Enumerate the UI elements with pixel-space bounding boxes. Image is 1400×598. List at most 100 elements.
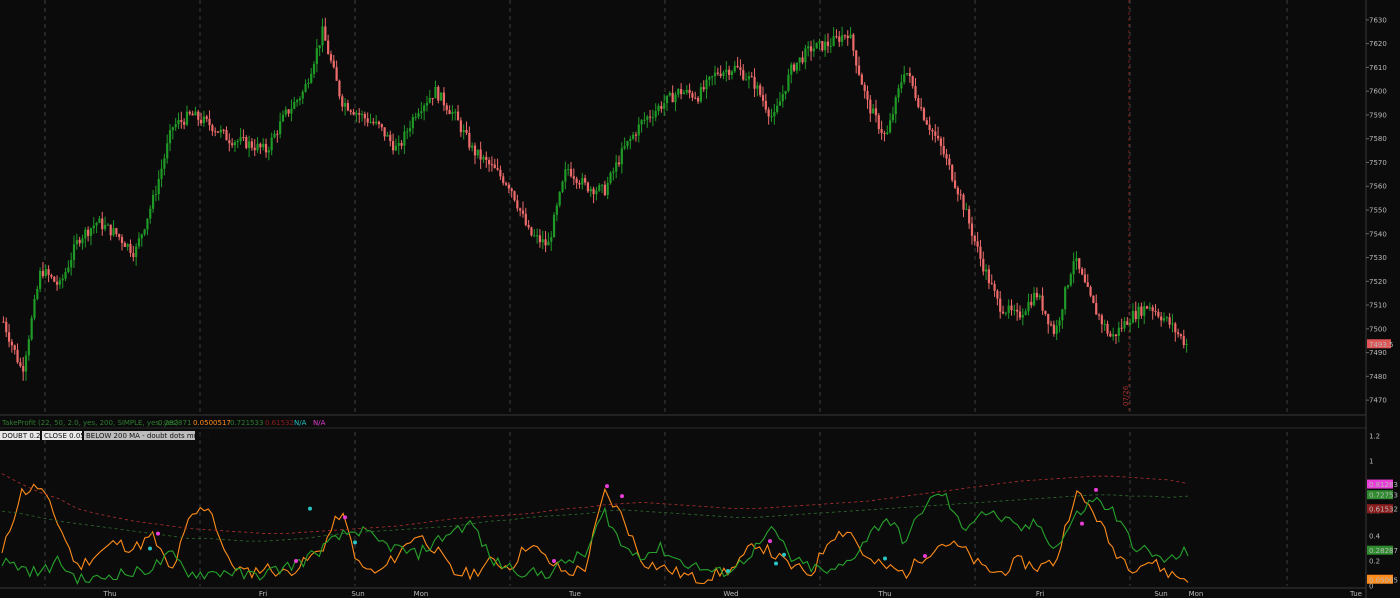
candle-body	[101, 218, 104, 230]
candle-body	[973, 235, 976, 242]
candle-body	[78, 239, 81, 244]
candle-body	[598, 185, 601, 191]
osc-tick-label: 1.2	[1369, 433, 1380, 441]
candle-body	[547, 241, 550, 246]
candle-body	[140, 234, 143, 239]
candle-body	[95, 222, 98, 226]
candle-body	[931, 129, 934, 132]
candle-body	[171, 127, 174, 131]
candle-body	[332, 60, 335, 68]
candle-body	[420, 111, 423, 114]
candle-body	[903, 74, 906, 83]
candle-body	[397, 143, 400, 146]
price-tick-label: 7610	[1369, 64, 1387, 72]
candle-body	[160, 168, 163, 179]
candle-body	[770, 116, 773, 118]
candle-body	[832, 36, 835, 46]
candle-body	[824, 41, 827, 51]
candle-body	[1075, 258, 1078, 262]
osc-tick-label: 1	[1369, 458, 1373, 466]
candle-body	[33, 299, 36, 319]
candle-body	[256, 143, 259, 151]
candle-body	[112, 228, 115, 236]
trading-chart[interactable]: 07/26 7630 7620 7610 7600 7590 7580 7570 7560 75…	[0, 0, 1400, 598]
candle-body	[310, 73, 313, 83]
candle-body	[50, 274, 53, 277]
candle-body	[1018, 311, 1022, 318]
candle-body	[959, 194, 962, 196]
candle-body	[821, 41, 824, 51]
candle-body	[736, 65, 739, 68]
candle-body	[550, 237, 553, 242]
candle-body	[586, 182, 590, 192]
candle-body	[27, 339, 30, 356]
candle-body	[764, 100, 767, 110]
candle-body	[454, 111, 457, 113]
candle-body	[448, 110, 451, 114]
candle-body	[403, 131, 406, 146]
candle-body	[894, 97, 897, 115]
candle-body	[922, 108, 926, 121]
candle-body	[674, 94, 677, 103]
study-value: N/A	[294, 419, 307, 427]
candle-body	[126, 243, 129, 247]
candle-body	[132, 252, 135, 258]
candle-body	[482, 156, 485, 160]
candle-body	[544, 239, 547, 246]
candle-body	[519, 208, 522, 211]
study-value: 0.0500517	[193, 419, 231, 427]
candle-body	[733, 65, 736, 72]
candle-body	[13, 345, 16, 350]
candle-body	[451, 111, 454, 114]
candle-body	[744, 79, 748, 81]
candle-body	[247, 141, 251, 149]
candle-body	[843, 35, 847, 37]
candle-body	[490, 164, 494, 166]
candle-body	[677, 89, 680, 95]
candle-body	[671, 92, 674, 103]
osc-value-label: 0.05005	[1369, 576, 1398, 584]
candle-body	[1182, 336, 1185, 345]
candle-body	[696, 98, 700, 102]
price-tick-label: 7550	[1369, 207, 1387, 215]
candle-body	[417, 113, 420, 117]
candle-body	[569, 168, 573, 177]
candle-body	[1013, 309, 1016, 311]
candle-body	[154, 194, 157, 196]
candle-body	[719, 73, 722, 76]
candle-body	[987, 269, 991, 284]
candle-body	[984, 269, 988, 272]
candle-body	[747, 76, 750, 80]
candle-body	[1007, 305, 1010, 313]
candle-body	[346, 103, 350, 111]
candle-body	[1165, 317, 1168, 319]
candle-body	[1004, 312, 1007, 314]
candle-body	[536, 235, 539, 237]
candle-body	[115, 228, 118, 235]
candle-body	[1033, 292, 1036, 306]
candle-body	[298, 98, 302, 101]
candle-body	[437, 86, 440, 101]
candle-body	[951, 165, 954, 181]
candle-body	[363, 114, 366, 119]
candle-body	[87, 229, 90, 236]
candle-body	[990, 283, 993, 285]
candle-body	[504, 183, 508, 185]
candle-body	[267, 150, 270, 153]
candle-body	[846, 35, 849, 39]
candle-body	[626, 141, 629, 147]
candle-body	[798, 57, 801, 63]
candle-body	[982, 258, 985, 272]
candle-body	[507, 184, 510, 189]
price-tick-label: 7480	[1369, 373, 1387, 381]
signal-dot	[883, 556, 887, 561]
candle-body	[730, 71, 734, 75]
candle-body	[211, 125, 214, 132]
candle-body	[293, 102, 296, 109]
candle-body	[1061, 309, 1064, 321]
candle-body	[688, 89, 691, 94]
candle-body	[315, 48, 318, 65]
candle-body	[1055, 325, 1058, 334]
candle-body	[934, 131, 937, 136]
candle-body	[1030, 301, 1033, 306]
